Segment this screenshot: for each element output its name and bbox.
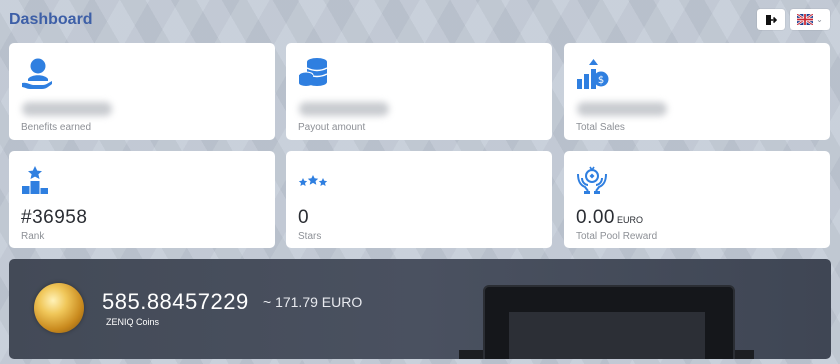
total-pool-reward-card: 0.00 EURO Total Pool Reward	[564, 151, 830, 248]
benefits-earned-label: Benefits earned	[21, 122, 92, 133]
svg-text:$: $	[598, 75, 604, 86]
hardware-device-image	[483, 285, 735, 359]
stars-label: Stars	[298, 231, 322, 242]
device-screen	[509, 312, 705, 359]
total-pool-reward-unit: EURO	[616, 215, 643, 225]
zeniq-coins-banner: 585.88457229 ~ 171.79 EURO ZENIQ Coins	[9, 259, 831, 359]
payout-amount-card: Payout amount	[286, 43, 552, 140]
total-pool-reward-amount: 0.00	[576, 207, 615, 228]
uk-flag-icon	[797, 14, 814, 25]
chevron-down-icon: ⌄	[816, 14, 823, 24]
benefits-earned-card: Benefits earned	[9, 43, 275, 140]
rank-label: Rank	[21, 231, 45, 242]
zeniq-coin-icon	[34, 283, 84, 333]
logout-icon	[766, 14, 777, 25]
total-pool-reward-value: 0.00 EURO	[576, 207, 643, 229]
rank-value: #36958	[21, 207, 88, 228]
benefits-earned-value-blurred	[22, 102, 112, 116]
payout-amount-label: Payout amount	[298, 122, 366, 133]
logout-button[interactable]	[757, 9, 785, 30]
payout-amount-value-blurred	[299, 102, 389, 116]
coin-stack-icon	[298, 58, 328, 86]
rank-card: #36958 Rank	[9, 151, 275, 248]
language-selector[interactable]: ⌄	[790, 9, 830, 30]
hand-user-icon	[22, 58, 52, 89]
page-title: Dashboard	[9, 11, 93, 28]
pool-reward-icon	[577, 166, 607, 194]
zeniq-coin-balance: 585.88457229	[102, 289, 249, 314]
total-sales-value-blurred	[577, 102, 667, 116]
podium-icon	[22, 166, 48, 194]
stars-icon	[298, 175, 328, 186]
total-pool-reward-label: Total Pool Reward	[576, 231, 658, 242]
stars-value: 0	[298, 207, 310, 228]
total-sales-card: $ Total Sales	[564, 43, 830, 140]
sales-growth-icon: $	[577, 59, 609, 89]
total-sales-label: Total Sales	[576, 122, 625, 133]
zeniq-coins-label: ZENIQ Coins	[106, 317, 160, 327]
zeniq-euro-equivalent: ~ 171.79 EURO	[263, 294, 363, 310]
stars-card: 0 Stars	[286, 151, 552, 248]
